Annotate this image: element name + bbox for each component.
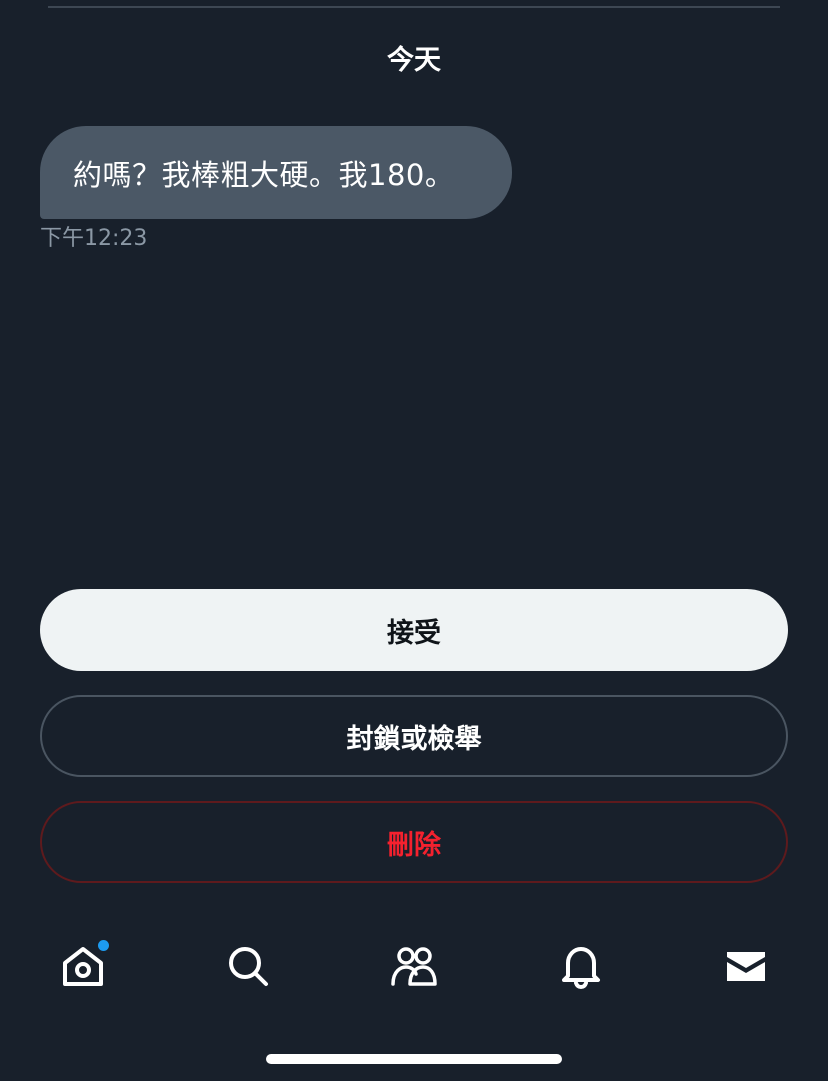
nav-notifications[interactable] xyxy=(553,938,609,994)
message-text: 約嗎？我棒粗大硬。我180。 xyxy=(73,157,455,192)
bell-icon xyxy=(562,947,600,989)
notification-dot xyxy=(98,940,109,951)
nav-messages[interactable] xyxy=(718,938,774,994)
communities-icon xyxy=(391,947,437,986)
home-indicator[interactable] xyxy=(266,1054,562,1064)
message-timestamp: 下午12:23 xyxy=(40,226,148,251)
home-icon xyxy=(63,947,103,986)
block-or-report-button[interactable]: 封鎖或檢舉 xyxy=(40,695,788,777)
dm-request-screen: 今天 約嗎？我棒粗大硬。我180。 下午12:23 接受 封鎖或檢舉 刪除 xyxy=(0,0,828,1081)
top-divider xyxy=(48,6,780,8)
delete-button[interactable]: 刪除 xyxy=(40,801,788,883)
search-icon xyxy=(229,947,268,986)
accept-button[interactable]: 接受 xyxy=(40,589,788,671)
date-header: 今天 xyxy=(387,45,441,76)
nav-communities[interactable] xyxy=(386,938,442,994)
bottom-navigation-bar xyxy=(0,920,828,1010)
message-bubble[interactable]: 約嗎？我棒粗大硬。我180。 xyxy=(40,126,512,219)
nav-search[interactable] xyxy=(220,938,276,994)
nav-home[interactable] xyxy=(55,938,111,994)
mail-icon xyxy=(727,952,765,981)
